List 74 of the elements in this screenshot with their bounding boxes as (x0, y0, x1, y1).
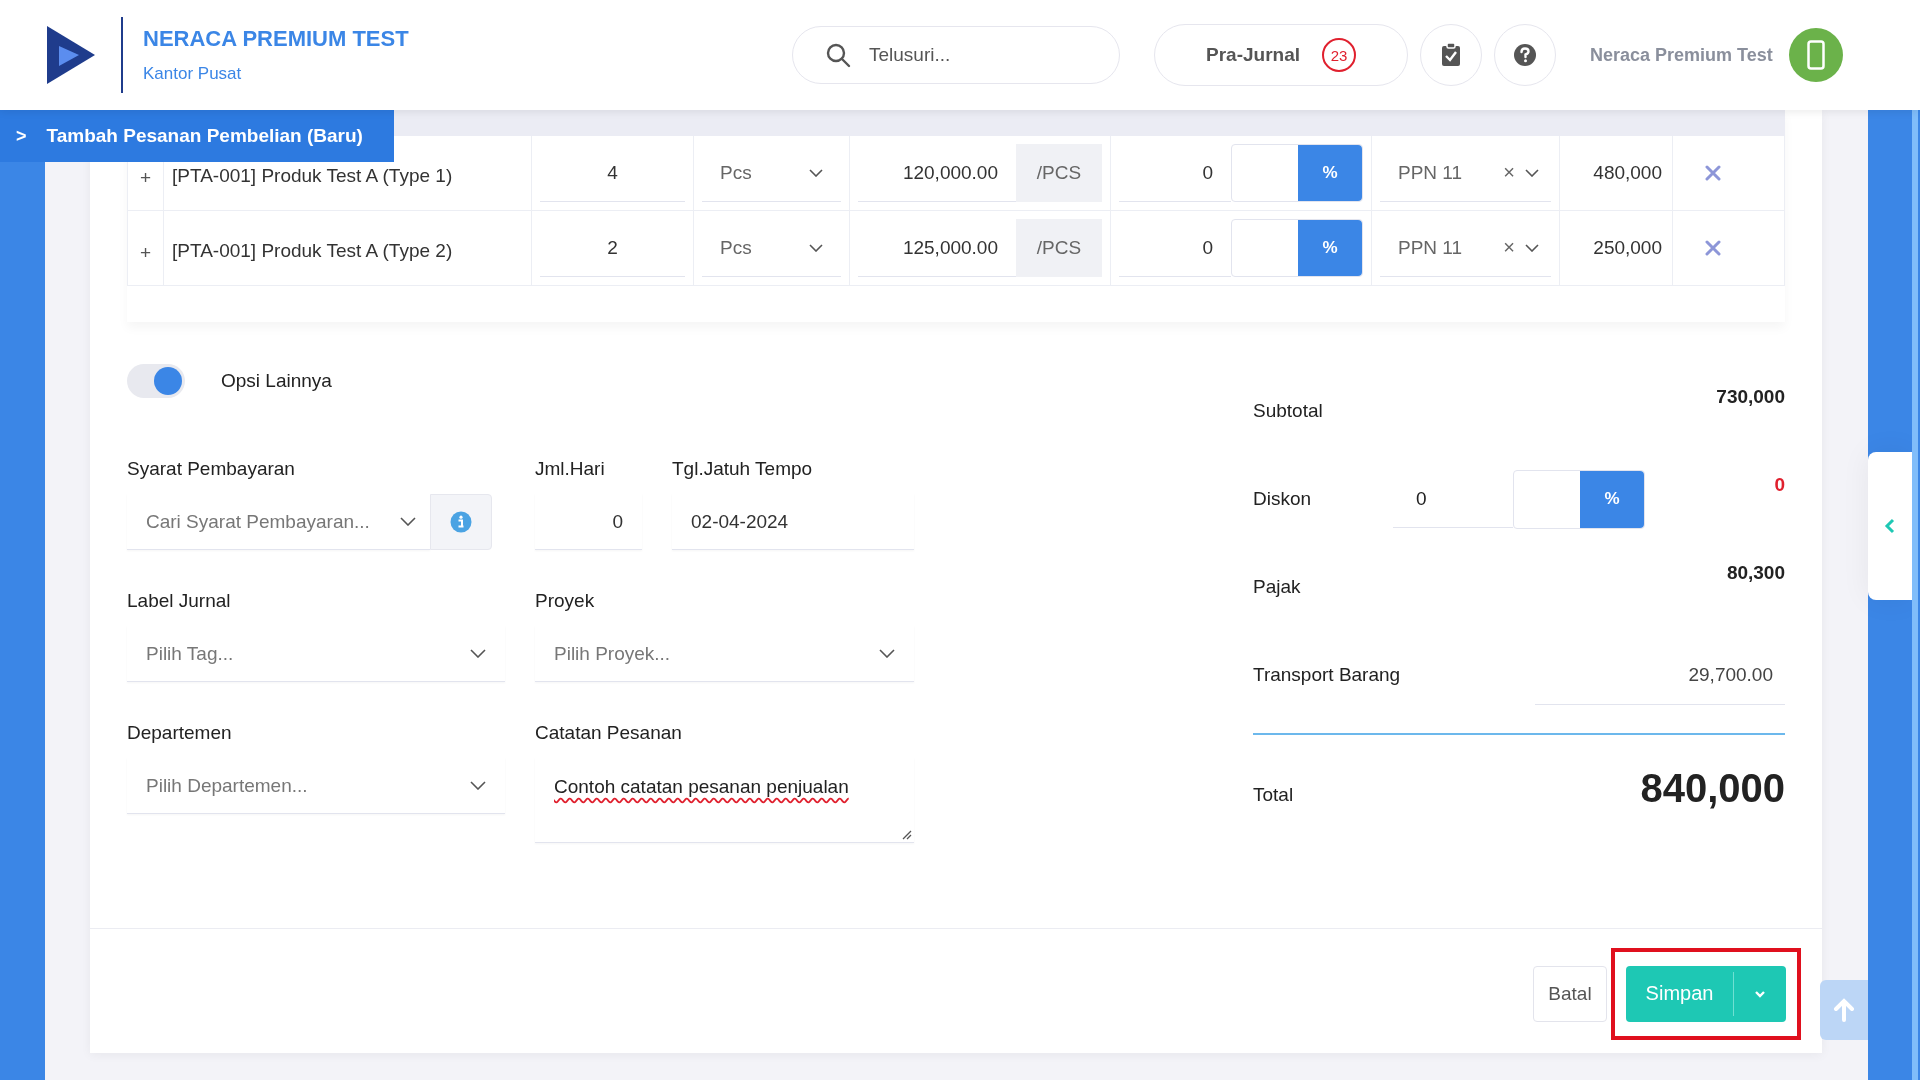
discount-field[interactable]: 0 (1393, 470, 1513, 528)
arrow-up-icon (1833, 998, 1855, 1022)
company-name: NERACA PREMIUM TEST (143, 26, 409, 52)
field-label: Proyek (535, 590, 596, 612)
chevron-down-icon (1525, 168, 1539, 177)
count-badge: 23 (1322, 38, 1356, 72)
summary-label: Total (1253, 784, 1295, 806)
amount-cell: 250,000 (1560, 211, 1673, 285)
amount-cell: 480,000 (1560, 136, 1673, 210)
help-icon (1513, 43, 1537, 67)
field-label: Jml.Hari (535, 458, 606, 480)
percent-button[interactable]: % (1580, 470, 1644, 528)
expand-toggle[interactable]: + (139, 243, 152, 263)
chevron-down-icon (1525, 243, 1539, 252)
field-label: Label Jurnal (127, 590, 232, 612)
journal-label-select[interactable]: Pilih Tag... (127, 626, 505, 682)
search-icon (825, 42, 851, 68)
summary-label: Pajak (1253, 576, 1302, 598)
field-label: Syarat Pembayaran (127, 458, 296, 480)
chevron-left-icon (1884, 518, 1896, 534)
chevron-down-icon (879, 649, 895, 658)
project-select[interactable]: Pilih Proyek... (535, 626, 914, 682)
expand-toggle[interactable]: + (139, 168, 152, 188)
days-field[interactable]: 0 (535, 494, 642, 550)
info-button[interactable] (430, 494, 492, 550)
cancel-button[interactable]: Batal (1533, 965, 1607, 1022)
tax-select[interactable]: PPN 11 × (1380, 219, 1551, 277)
field-label: Tgl.Jatuh Tempo (672, 458, 814, 480)
info-icon (450, 511, 472, 533)
avatar[interactable] (1788, 28, 1843, 82)
unit-suffix: /PCS (1016, 144, 1102, 202)
unit-select[interactable]: Pcs (702, 219, 841, 277)
clipboard-check-icon (1441, 43, 1461, 67)
tax-value: 80,300 (1726, 562, 1785, 584)
delete-icon[interactable] (1705, 165, 1721, 181)
unit-select[interactable]: Pcs (702, 144, 841, 202)
branch-name: Kantor Pusat (143, 64, 243, 84)
total-value: 840,000 (1640, 765, 1785, 811)
chevron-text[interactable]: > (16, 125, 27, 147)
unit-suffix: /PCS (1016, 219, 1102, 277)
field-label: Departemen (127, 722, 233, 744)
quantity-field[interactable]: 4 (540, 144, 685, 202)
field-label: Catatan Pesanan (535, 722, 683, 744)
chevron-down-icon (809, 243, 823, 252)
discount-amount: 0 (1774, 474, 1785, 496)
scroll-top-button[interactable] (1820, 980, 1868, 1040)
logo-icon (45, 24, 97, 86)
chevron-down-icon (470, 781, 486, 790)
phone-icon (1806, 40, 1825, 70)
chevron-down-icon (1754, 989, 1766, 998)
notes-textarea[interactable]: Contoh catatan pesanan penjualan (535, 758, 914, 843)
toggle-switch[interactable] (127, 364, 185, 398)
chevron-down-icon (400, 517, 416, 526)
product-name: [PTA-001] Produk Test A (Type 2) (164, 211, 532, 285)
delete-icon[interactable] (1705, 240, 1721, 256)
summary-label: Diskon (1253, 488, 1313, 510)
discount-field[interactable]: 0 (1119, 144, 1231, 202)
department-select[interactable]: Pilih Departemen... (127, 758, 505, 814)
percent-button[interactable]: % (1298, 220, 1362, 276)
resize-handle-icon[interactable] (900, 828, 912, 840)
due-date-field[interactable]: 02-04-2024 (672, 494, 914, 550)
transport-field[interactable]: 29,700.00 (1535, 645, 1785, 705)
summary-label: Transport Barang (1253, 664, 1401, 686)
percent-button[interactable]: % (1298, 145, 1362, 201)
subtotal-value: 730,000 (1716, 386, 1785, 408)
chevron-down-icon (809, 168, 823, 177)
chevron-down-icon (470, 649, 486, 658)
toggle-label: Opsi Lainnya (221, 370, 332, 392)
discount-field[interactable]: 0 (1119, 219, 1231, 277)
summary-label: Subtotal (1253, 400, 1324, 422)
tax-select[interactable]: PPN 11 × (1380, 144, 1551, 202)
pre-journal-button[interactable]: Pra-Jurnal 23 (1154, 24, 1408, 86)
page-title: Tambah Pesanan Pembelian (Baru) (46, 125, 363, 147)
quantity-field[interactable]: 2 (540, 219, 685, 277)
